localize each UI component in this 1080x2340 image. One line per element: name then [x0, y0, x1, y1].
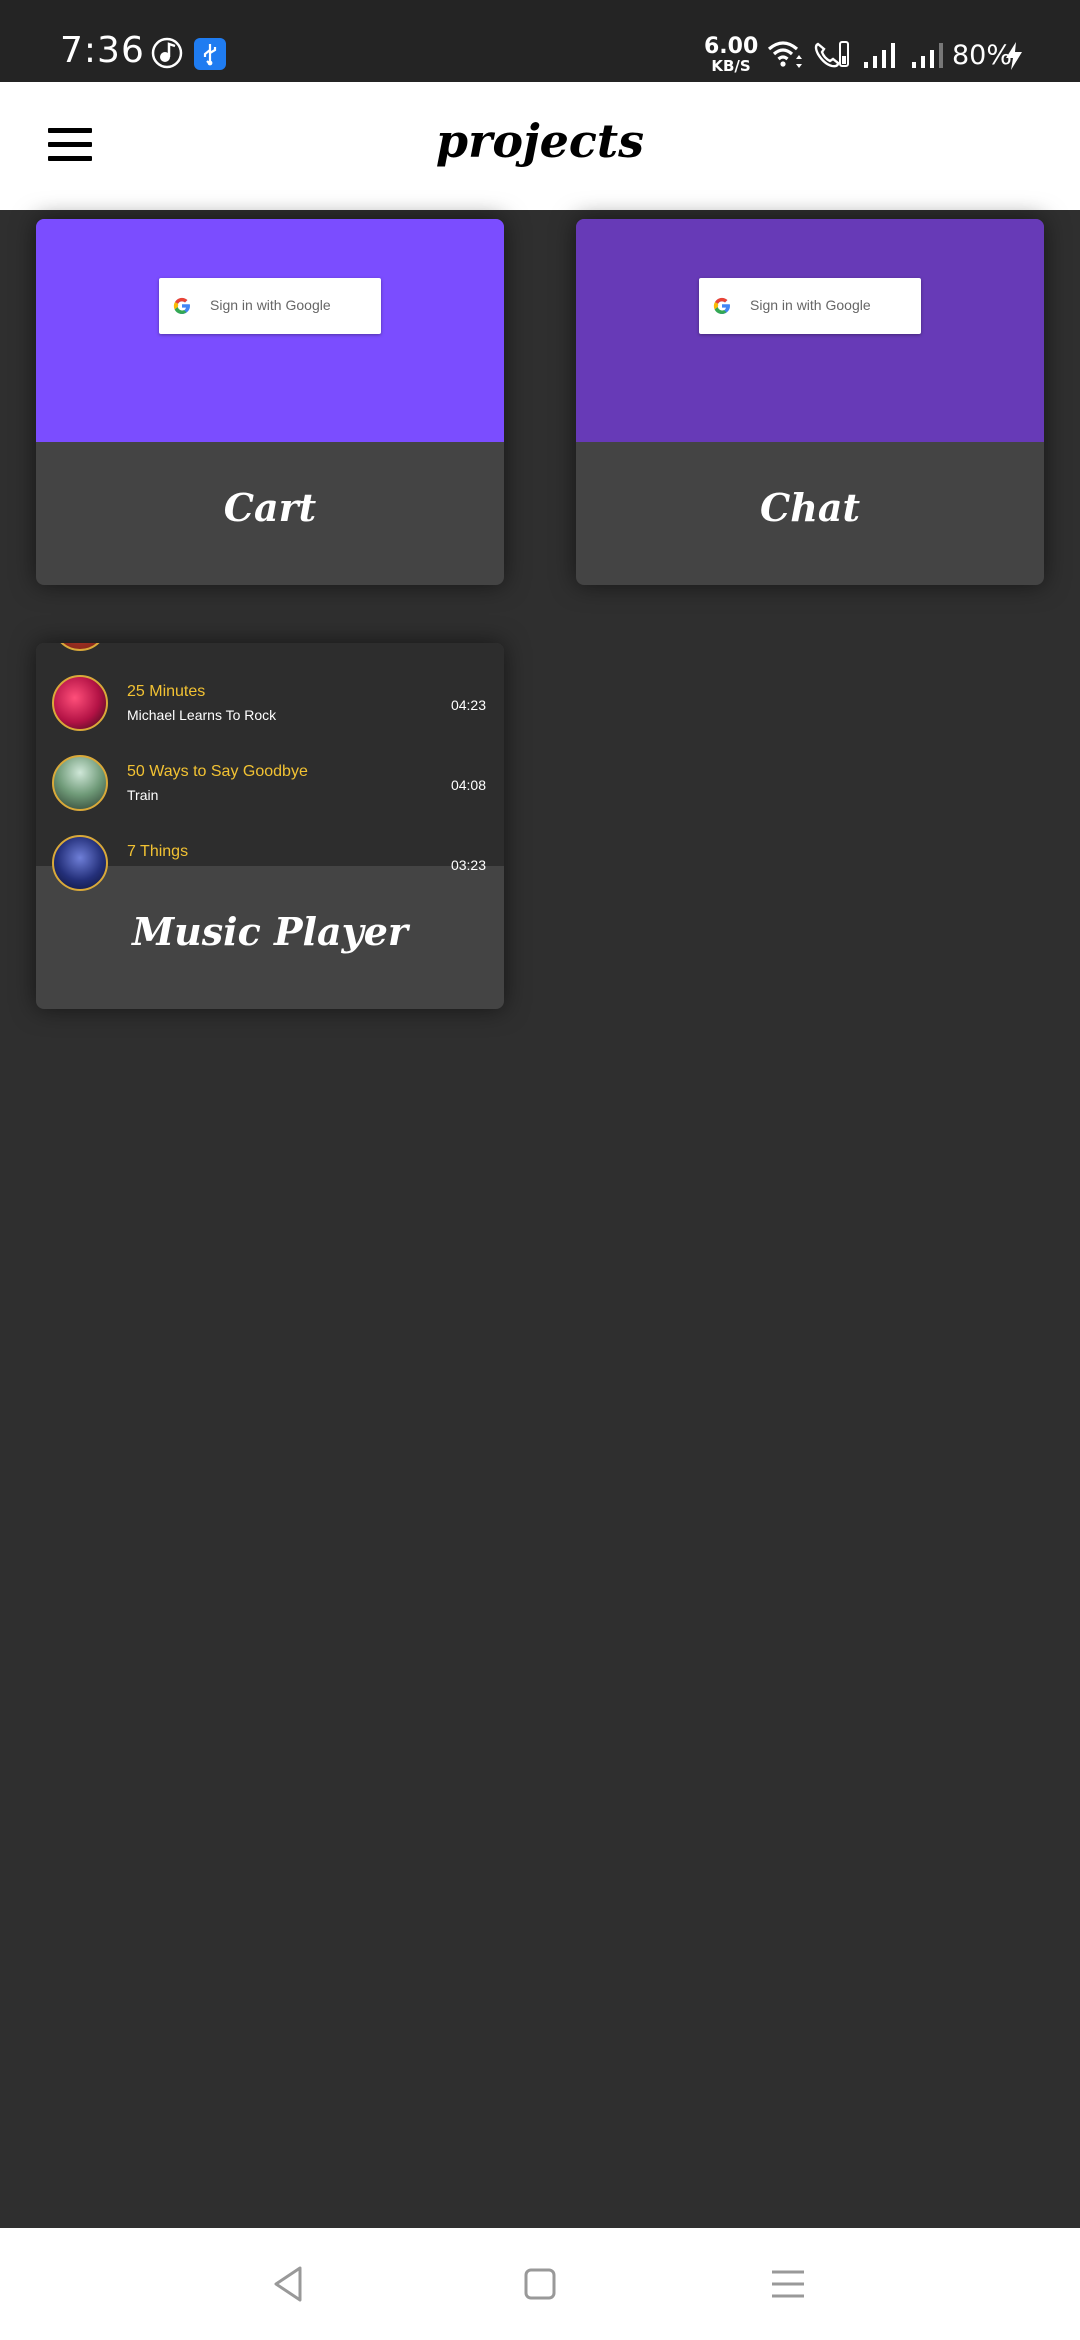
- recents-menu-icon[interactable]: [766, 2262, 810, 2306]
- card-preview: 25 Minutes Michael Learns To Rock 04:23 …: [36, 643, 504, 891]
- card-preview: Sign in with Google: [36, 219, 504, 442]
- track-title: 50 Ways to Say Goodbye: [127, 763, 308, 780]
- google-signin-button[interactable]: Sign in with Google: [699, 278, 921, 334]
- google-icon: [173, 297, 190, 315]
- project-card-cart[interactable]: Sign in with Google Cart: [36, 219, 504, 585]
- page-title: projects: [435, 114, 645, 168]
- album-art: [52, 675, 108, 731]
- list-item[interactable]: 25 Minutes Michael Learns To Rock 04:23: [36, 663, 504, 743]
- project-card-music-player[interactable]: 25 Minutes Michael Learns To Rock 04:23 …: [36, 643, 504, 1009]
- app-bar: projects: [0, 82, 1080, 210]
- project-card-chat[interactable]: Sign in with Google Chat: [576, 219, 1044, 585]
- status-time: 7:36: [60, 30, 145, 71]
- usb-icon: [194, 38, 226, 70]
- music-icon: [151, 37, 183, 69]
- signal-icon: [864, 43, 895, 68]
- charging-icon: [1006, 42, 1022, 70]
- card-title: Cart: [223, 485, 317, 530]
- home-icon[interactable]: [518, 2262, 562, 2306]
- google-signin-label: Sign in with Google: [210, 297, 331, 313]
- wifi-icon: [767, 41, 802, 68]
- back-icon[interactable]: [268, 2262, 312, 2306]
- album-art: [52, 755, 108, 811]
- track-artist: Train: [127, 787, 159, 803]
- track-duration: 03:23: [450, 857, 486, 873]
- track-duration: 04:08: [450, 777, 486, 793]
- list-item[interactable]: 7 Things 03:23: [36, 823, 504, 903]
- navigation-bar: [0, 2228, 1080, 2340]
- album-art: [52, 835, 108, 891]
- signal-icon: [912, 43, 943, 68]
- google-signin-button[interactable]: Sign in with Google: [159, 278, 381, 334]
- list-item[interactable]: 50 Ways to Say Goodbye Train 04:08: [36, 743, 504, 823]
- track-artist: Michael Learns To Rock: [127, 707, 277, 723]
- track-duration: 04:23: [450, 697, 486, 713]
- card-title: Chat: [759, 485, 861, 530]
- status-bar: 7:36 6.00 KB/S 80%: [0, 0, 1080, 82]
- card-title: Music Player: [132, 909, 408, 954]
- network-speed: 6.00 KB/S: [704, 34, 759, 75]
- google-signin-label: Sign in with Google: [750, 297, 871, 313]
- track-title: 25 Minutes: [127, 683, 206, 700]
- google-icon: [713, 297, 730, 315]
- call-icon: [814, 41, 849, 68]
- track-title: 7 Things: [127, 843, 189, 860]
- card-preview: Sign in with Google: [576, 219, 1044, 442]
